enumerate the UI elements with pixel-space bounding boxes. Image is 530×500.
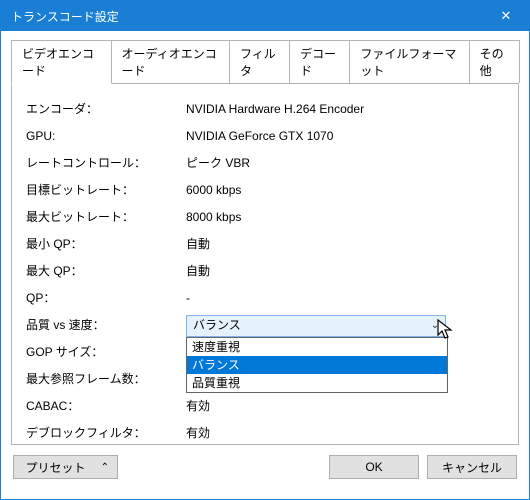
preset-button-label: プリセット (25, 459, 85, 476)
button-bar: プリセット ⌃ OK キャンセル (11, 445, 519, 489)
label-target-bitrate: 目標ビットレート： (26, 177, 186, 204)
cancel-button[interactable]: キャンセル (427, 455, 517, 479)
value-gpu: NVIDIA GeForce GTX 1070 (186, 123, 510, 150)
value-cabac: 有効 (186, 393, 510, 420)
label-max-qp: 最大 QP： (26, 258, 186, 285)
dropdown-option-balance[interactable]: バランス (187, 356, 447, 374)
label-min-qp: 最小 QP： (26, 231, 186, 258)
client-area: ビデオエンコード オーディオエンコード フィルタ デコード ファイルフォーマット… (1, 31, 529, 499)
value-encoder: NVIDIA Hardware H.264 Encoder (186, 96, 510, 123)
chevron-down-icon: ⌄ (429, 320, 441, 332)
label-max-bitrate: 最大ビットレート： (26, 204, 186, 231)
label-max-ref-frames: 最大参照フレーム数： (26, 366, 186, 393)
preset-button[interactable]: プリセット ⌃ (13, 455, 118, 479)
label-encoder: エンコーダ： (26, 96, 186, 123)
quality-vs-speed-dropdown: 速度重視 バランス 品質重視 (186, 337, 448, 393)
tab-decode[interactable]: デコード (289, 40, 350, 83)
label-rate-control: レートコントロール： (26, 150, 186, 177)
value-max-bitrate: 8000 kbps (186, 204, 510, 231)
row-gpu[interactable]: GPU: NVIDIA GeForce GTX 1070 (26, 123, 510, 150)
label-deblock: デブロックフィルタ： (26, 420, 186, 444)
transcode-settings-window: トランスコード設定 ✕ ビデオエンコード オーディオエンコード フィルタ デコー… (0, 0, 530, 500)
row-max-bitrate[interactable]: 最大ビットレート： 8000 kbps (26, 204, 510, 231)
tab-video-encode[interactable]: ビデオエンコード (11, 40, 112, 84)
value-rate-control: ピーク VBR (186, 150, 510, 177)
tab-other[interactable]: その他 (469, 40, 520, 83)
window-title: トランスコード設定 (11, 8, 483, 25)
value-max-qp: 自動 (186, 258, 510, 285)
row-deblock[interactable]: デブロックフィルタ： 有効 (26, 420, 510, 444)
value-target-bitrate: 6000 kbps (186, 177, 510, 204)
label-gpu: GPU: (26, 123, 186, 150)
tab-filter[interactable]: フィルタ (229, 40, 290, 83)
row-max-qp[interactable]: 最大 QP： 自動 (26, 258, 510, 285)
row-quality-vs-speed[interactable]: 品質 vs 速度： バランス ⌄ 速度重視 バランス 品質重視 (26, 312, 510, 339)
quality-vs-speed-combo[interactable]: バランス ⌄ 速度重視 バランス 品質重視 (186, 315, 446, 337)
dropdown-option-quality[interactable]: 品質重視 (187, 374, 447, 392)
settings-list: エンコーダ： NVIDIA Hardware H.264 Encoder GPU… (26, 96, 510, 444)
chevron-up-icon: ⌃ (101, 462, 109, 473)
titlebar[interactable]: トランスコード設定 ✕ (1, 1, 529, 31)
value-deblock: 有効 (186, 420, 510, 444)
quality-vs-speed-selected: バランス (193, 312, 241, 339)
tab-audio-encode[interactable]: オーディオエンコード (111, 40, 230, 83)
label-cabac: CABAC： (26, 393, 186, 420)
row-cabac[interactable]: CABAC： 有効 (26, 393, 510, 420)
close-icon: ✕ (501, 8, 512, 24)
tab-strip: ビデオエンコード オーディオエンコード フィルタ デコード ファイルフォーマット… (11, 39, 519, 83)
label-gop-size: GOP サイズ： (26, 339, 186, 366)
row-rate-control[interactable]: レートコントロール： ピーク VBR (26, 150, 510, 177)
ok-button[interactable]: OK (329, 455, 419, 479)
tab-file-format[interactable]: ファイルフォーマット (349, 40, 469, 83)
label-quality-vs-speed: 品質 vs 速度： (26, 312, 186, 339)
row-target-bitrate[interactable]: 目標ビットレート： 6000 kbps (26, 177, 510, 204)
value-qp: - (186, 285, 510, 312)
dropdown-option-speed[interactable]: 速度重視 (187, 338, 447, 356)
row-min-qp[interactable]: 最小 QP： 自動 (26, 231, 510, 258)
row-encoder[interactable]: エンコーダ： NVIDIA Hardware H.264 Encoder (26, 96, 510, 123)
label-qp: QP： (26, 285, 186, 312)
ok-button-label: OK (365, 460, 382, 474)
row-qp[interactable]: QP： - (26, 285, 510, 312)
close-button[interactable]: ✕ (483, 1, 529, 31)
value-min-qp: 自動 (186, 231, 510, 258)
tab-content: エンコーダ： NVIDIA Hardware H.264 Encoder GPU… (11, 83, 519, 445)
cancel-button-label: キャンセル (442, 459, 502, 476)
